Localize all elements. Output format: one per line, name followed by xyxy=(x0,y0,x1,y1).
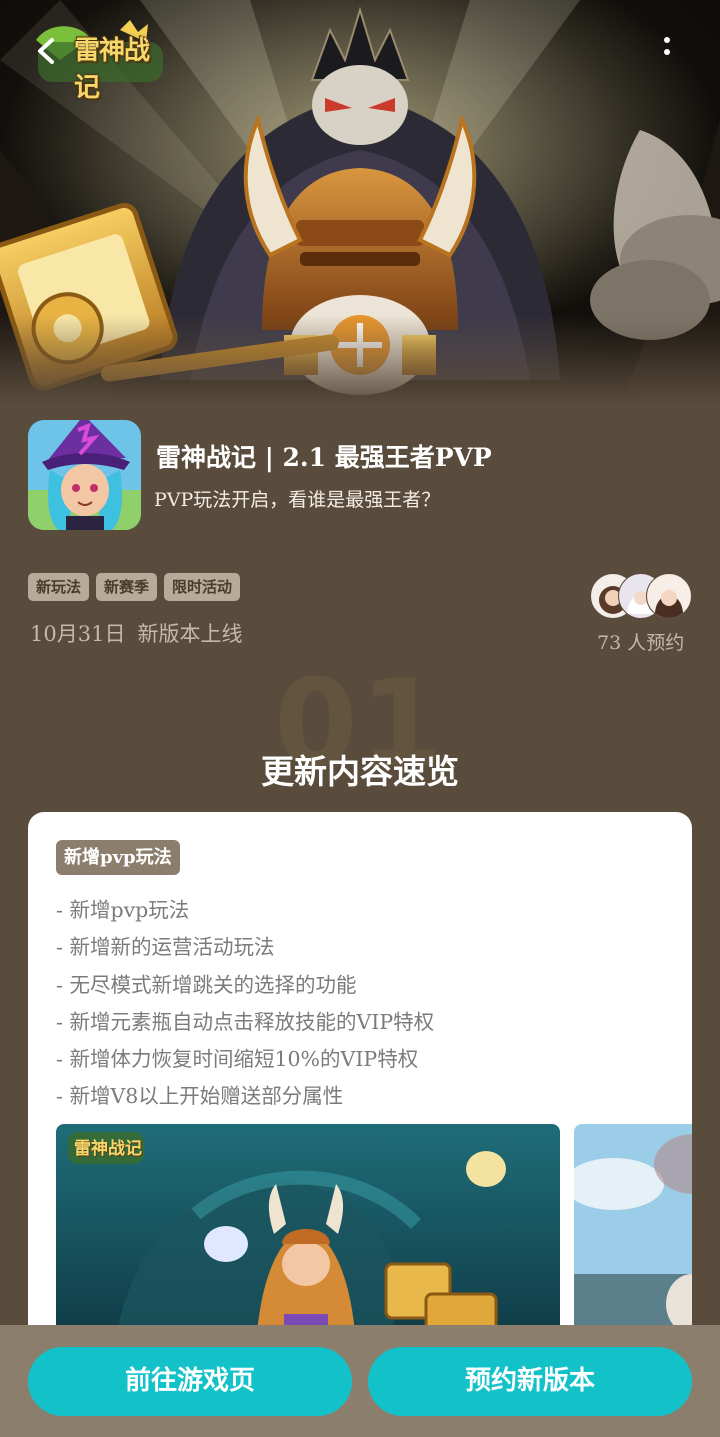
more-dot-icon xyxy=(664,37,670,43)
avatar xyxy=(646,573,692,619)
release-date-value: 10月31日 xyxy=(30,622,126,646)
goto-game-page-button[interactable]: 前往游戏页 xyxy=(28,1347,352,1416)
update-subtitle: PVP玩法开启，看谁是最强王者？ xyxy=(154,489,441,511)
avatar-image xyxy=(654,590,684,618)
feature-list: 新增pvp玩法 新增新的运营活动玩法 无尽模式新增跳关的选择的功能 新增元素瓶自… xyxy=(56,892,434,1116)
release-status: 新版本上线 xyxy=(137,622,243,646)
list-item: 无尽模式新增跳关的选择的功能 xyxy=(56,967,434,1004)
screenshot-logo: 雷神战记 xyxy=(74,1139,142,1159)
screenshot-1[interactable]: 雷神战记 xyxy=(56,1124,560,1344)
tag-list: 新玩法 新赛季 限时活动 xyxy=(28,573,241,601)
section-title: 更新内容速览 xyxy=(261,752,459,791)
game-icon xyxy=(28,420,141,530)
hero-fade xyxy=(0,315,720,405)
card-tag: 新增pvp玩法 xyxy=(56,840,180,875)
more-dot-icon xyxy=(664,49,670,55)
more-button[interactable] xyxy=(656,34,678,68)
tag-new-season: 新赛季 xyxy=(96,573,158,601)
list-item: 新增pvp玩法 xyxy=(56,892,434,929)
back-button[interactable] xyxy=(30,34,64,68)
list-item: 新增元素瓶自动点击释放技能的VIP特权 xyxy=(56,1004,434,1041)
logo-text: 雷神战记 xyxy=(74,36,150,103)
screenshot-2[interactable] xyxy=(574,1124,692,1344)
reserve-count: 73 人预约 xyxy=(597,632,685,654)
screenshot-image xyxy=(574,1124,692,1344)
release-date: 10月31日 新版本上线 xyxy=(30,618,242,648)
list-item: 新增体力恢复时间缩短10%的VIP特权 xyxy=(56,1041,434,1078)
bottom-action-bar: 前往游戏页 预约新版本 xyxy=(0,1325,720,1437)
update-title: 雷神战记 | 2.1 最强王者PVP xyxy=(156,443,492,472)
list-item: 新增V8以上开始赠送部分属性 xyxy=(56,1078,434,1115)
list-item: 新增新的运营活动玩法 xyxy=(56,929,434,966)
tag-new-gameplay: 新玩法 xyxy=(28,573,90,601)
tag-limited-event: 限时活动 xyxy=(164,573,241,601)
reserve-new-version-button[interactable]: 预约新版本 xyxy=(368,1347,692,1416)
reserver-avatars xyxy=(590,573,692,619)
witch-character-icon xyxy=(28,420,141,530)
back-arrow-icon xyxy=(38,38,54,64)
